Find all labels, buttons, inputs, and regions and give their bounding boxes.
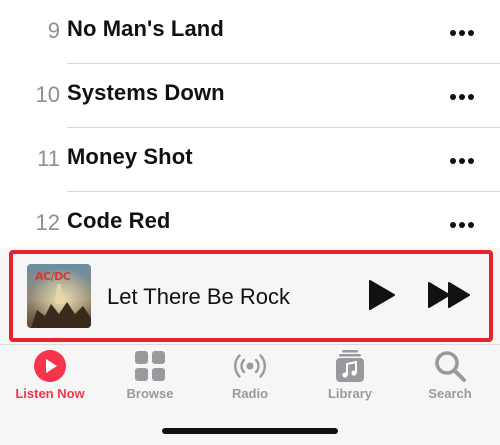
track-row[interactable]: 10 Systems Down [0, 64, 500, 128]
track-list: 9 No Man's Land 10 Systems Down 11 Money… [0, 0, 500, 256]
track-row[interactable]: 12 Code Red [0, 192, 500, 256]
track-title: Code Red [67, 208, 171, 233]
track-title: Systems Down [67, 80, 225, 105]
more-options-icon[interactable] [450, 222, 474, 228]
tab-browse[interactable]: Browse [100, 345, 200, 415]
tab-listen-now[interactable]: Listen Now [0, 345, 100, 415]
tab-label: Radio [231, 386, 269, 401]
highlight-annotation-box [9, 250, 493, 342]
library-music-icon [336, 350, 364, 382]
tab-label: Browse [126, 386, 174, 401]
listen-now-icon [34, 350, 66, 382]
tab-library[interactable]: Library [300, 345, 400, 415]
more-options-icon[interactable] [450, 94, 474, 100]
track-row[interactable]: 9 No Man's Land [0, 0, 500, 64]
more-options-icon[interactable] [450, 158, 474, 164]
tab-label: Listen Now [15, 386, 85, 401]
track-number: 9 [47, 18, 60, 43]
track-number: 10 [35, 82, 60, 107]
home-indicator[interactable] [162, 428, 338, 434]
tab-label: Search [428, 386, 472, 401]
more-options-icon[interactable] [450, 30, 474, 36]
radio-broadcast-icon [234, 354, 266, 378]
track-row[interactable]: 11 Money Shot [0, 128, 500, 192]
track-number: 12 [35, 210, 60, 235]
tab-search[interactable]: Search [400, 345, 500, 415]
music-app-screen: 9 No Man's Land 10 Systems Down 11 Money… [0, 0, 500, 445]
track-number: 11 [37, 146, 60, 171]
tab-radio[interactable]: Radio [200, 345, 300, 415]
track-title: Money Shot [67, 144, 193, 169]
browse-grid-icon [135, 351, 165, 381]
track-title: No Man's Land [67, 16, 224, 41]
tab-label: Library [327, 386, 373, 401]
search-icon [435, 351, 466, 382]
